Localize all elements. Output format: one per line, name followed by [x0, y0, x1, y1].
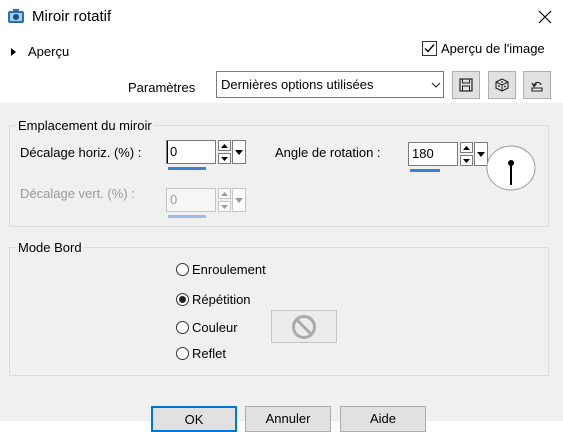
vert-offset-label: Décalage vert. (%) : [20, 186, 135, 201]
help-button[interactable]: Aide [340, 406, 426, 432]
radio-repetition[interactable]: Répétition [176, 292, 251, 307]
vert-offset-spinner: 0 [166, 188, 247, 220]
vert-offset-input: 0 [166, 188, 216, 212]
mode-bord-group-title: Mode Bord [16, 240, 84, 255]
rotation-angle-slider[interactable] [410, 169, 440, 172]
random-button[interactable] [488, 71, 516, 99]
window-title: Miroir rotatif [32, 8, 112, 25]
chevron-down-icon [235, 149, 243, 155]
save-icon [459, 78, 473, 92]
horiz-offset-dropdown[interactable] [232, 140, 246, 164]
close-icon [538, 10, 551, 24]
apercu-label: Aperçu [28, 44, 70, 59]
rotation-angle-dial[interactable] [486, 145, 536, 191]
vert-offset-stepper [218, 188, 231, 212]
chevron-down-icon [428, 72, 443, 97]
reset-icon [531, 81, 543, 92]
chevron-down-icon [477, 151, 485, 157]
rotation-angle-label: Angle de rotation : [275, 145, 381, 160]
chevron-right-icon [11, 47, 16, 56]
preview-image-checkbox[interactable]: Aperçu de l'image [422, 41, 545, 56]
radio-button[interactable] [176, 293, 189, 306]
chevron-down-icon [235, 197, 243, 203]
no-color-icon [292, 314, 316, 339]
apercu-expander[interactable]: Aperçu [10, 44, 69, 59]
ok-button[interactable]: OK [151, 406, 237, 432]
horiz-offset-spinner[interactable]: 0 [166, 140, 247, 172]
horiz-offset-input[interactable]: 0 [166, 140, 216, 164]
horiz-offset-label: Décalage horiz. (%) : [20, 145, 142, 160]
spin-down-icon[interactable] [460, 155, 473, 166]
preview-image-label: Aperçu de l'image [441, 41, 545, 56]
emplacement-group: Emplacement du miroir [9, 118, 549, 227]
angle-dial-icon [486, 145, 536, 191]
radio-selected-dot [179, 296, 186, 303]
radio-button[interactable] [176, 321, 189, 334]
save-preset-button[interactable] [452, 71, 480, 99]
checkbox-box[interactable] [422, 41, 437, 56]
app-icon [7, 8, 25, 26]
spin-down-icon[interactable] [218, 153, 231, 164]
spin-up-icon[interactable] [218, 140, 231, 151]
color-swatch-button [271, 310, 337, 343]
random-dice-icon [495, 78, 509, 92]
horiz-offset-stepper[interactable] [218, 140, 231, 164]
checkmark-icon [424, 44, 435, 53]
close-button[interactable] [526, 0, 563, 34]
spin-down-icon [218, 201, 231, 212]
radio-button[interactable] [176, 263, 189, 276]
parametres-selected-value: Dernières options utilisées [221, 77, 374, 92]
radio-couleur[interactable]: Couleur [176, 320, 238, 335]
horiz-offset-slider[interactable] [168, 167, 206, 170]
emplacement-group-title: Emplacement du miroir [16, 118, 154, 133]
radio-enroulement[interactable]: Enroulement [176, 262, 266, 277]
parametres-select[interactable]: Dernières options utilisées [216, 71, 444, 98]
radio-label: Reflet [192, 346, 226, 361]
radio-label: Couleur [192, 320, 238, 335]
radio-button[interactable] [176, 347, 189, 360]
vert-offset-dropdown [232, 188, 246, 212]
rotation-angle-spinner[interactable]: 180 [408, 142, 489, 174]
reset-button[interactable] [523, 71, 551, 99]
rotation-angle-stepper[interactable] [460, 142, 473, 166]
spin-up-icon [218, 188, 231, 199]
cancel-button[interactable]: Annuler [245, 406, 331, 432]
radio-label: Répétition [192, 292, 251, 307]
radio-reflet[interactable]: Reflet [176, 346, 226, 361]
radio-label: Enroulement [192, 262, 266, 277]
parametres-label: Paramètres [128, 80, 196, 95]
rotation-angle-input[interactable]: 180 [408, 142, 458, 166]
spin-up-icon[interactable] [460, 142, 473, 153]
vert-offset-slider [168, 215, 206, 218]
